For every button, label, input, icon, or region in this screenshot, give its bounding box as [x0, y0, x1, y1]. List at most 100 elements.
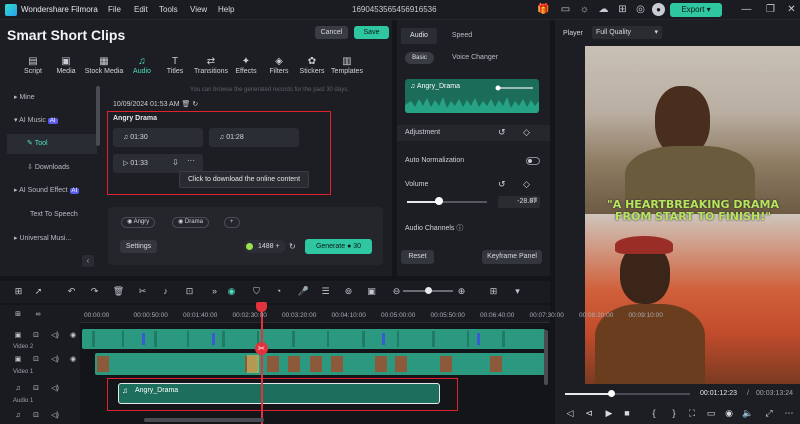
- audio-toggle-icon[interactable]: ◁): [50, 384, 60, 394]
- redo-icon[interactable]: ↷: [88, 285, 101, 298]
- sidebar-item-downloads[interactable]: ⇩ Downloads: [7, 158, 97, 178]
- zoom-slider-handle[interactable]: [425, 287, 432, 294]
- tab-audio[interactable]: ♫ Audio: [130, 56, 154, 80]
- cancel-button[interactable]: Cancel: [315, 26, 348, 39]
- tab-templates[interactable]: ▥ Templates: [330, 56, 364, 80]
- prev-frame-icon[interactable]: ◁: [564, 407, 576, 419]
- trash-icon[interactable]: 🗑: [182, 101, 191, 108]
- more-tools-icon[interactable]: »: [208, 285, 221, 298]
- cloud-upload-icon[interactable]: ☁: [597, 3, 610, 16]
- close-icon[interactable]: ✕: [785, 3, 798, 16]
- undo-icon[interactable]: ↶: [65, 285, 78, 298]
- split-scissors-icon[interactable]: ✂: [136, 285, 149, 298]
- more-options-icon[interactable]: ⋯: [783, 407, 795, 419]
- menu-file[interactable]: File: [108, 5, 121, 14]
- menu-edit[interactable]: Edit: [134, 5, 148, 14]
- stop-icon[interactable]: ■: [621, 407, 633, 419]
- lock-icon[interactable]: ⊡: [31, 355, 41, 365]
- tab-stickers[interactable]: ✿ Stickers: [298, 56, 326, 80]
- maximize-icon[interactable]: ❐: [764, 3, 777, 16]
- picture-in-picture-icon[interactable]: ▣: [365, 285, 378, 298]
- add-track-icon[interactable]: ⊞: [13, 310, 23, 320]
- eye-icon[interactable]: ◉: [68, 331, 78, 341]
- sidebar-item-text-to-speech[interactable]: Text To Speech: [7, 205, 97, 225]
- crop-icon[interactable]: ⊡: [183, 285, 196, 298]
- link-icon[interactable]: ∞: [33, 310, 43, 320]
- expand-icon[interactable]: ⤢: [763, 407, 775, 419]
- lightbulb-icon[interactable]: ☼: [578, 3, 591, 16]
- grid-icon[interactable]: ⊞: [616, 3, 629, 16]
- refresh-icon[interactable]: ↻: [289, 242, 296, 251]
- tab-media[interactable]: ▣ Media: [53, 56, 79, 80]
- menu-tools[interactable]: Tools: [159, 5, 178, 14]
- reset-button[interactable]: Reset: [401, 250, 434, 264]
- tab-effects[interactable]: ✦ Effects: [233, 56, 259, 80]
- menu-help[interactable]: Help: [218, 5, 234, 14]
- ai-tool-icon[interactable]: ◉: [225, 285, 238, 298]
- list-icon[interactable]: ☰: [319, 285, 332, 298]
- subtab-voice-changer[interactable]: Voice Changer: [445, 52, 505, 64]
- marker-icon[interactable]: ◔: [272, 285, 285, 298]
- select-arrow-icon[interactable]: ➚: [32, 285, 45, 298]
- display-icon[interactable]: ▭: [705, 407, 717, 419]
- sidebar-item-tool[interactable]: ✎ Tool: [7, 134, 97, 154]
- sidebar-scrollbar[interactable]: [96, 86, 100, 146]
- grid-view-icon[interactable]: ⊞: [487, 285, 500, 298]
- quality-select[interactable]: Full Quality ▾: [592, 26, 662, 39]
- video-1-clip-strip[interactable]: [95, 353, 545, 375]
- mark-out-icon[interactable]: }: [668, 407, 680, 419]
- zoom-out-icon[interactable]: ⊖: [390, 285, 403, 298]
- lock-icon[interactable]: ⊡: [31, 331, 41, 341]
- export-button[interactable]: Export ▾: [670, 3, 722, 17]
- tag-chip-drama[interactable]: ◉ Drama: [172, 217, 209, 228]
- tag-chip-angry[interactable]: ◉ Angry: [121, 217, 156, 228]
- reset-icon[interactable]: ↺: [498, 179, 506, 190]
- dropdown-icon[interactable]: ▾: [511, 285, 524, 298]
- microphone-icon[interactable]: 🎤: [297, 285, 310, 298]
- snapshot-icon[interactable]: ◉: [723, 407, 735, 419]
- playhead-handle[interactable]: [256, 302, 267, 312]
- sidebar-item-ai-music[interactable]: ▾ AI Music AI: [7, 111, 97, 131]
- shield-icon[interactable]: ⛉: [250, 285, 263, 298]
- headset-icon[interactable]: ◎: [634, 3, 647, 16]
- sidebar-item-mine[interactable]: ▸ Mine: [7, 88, 97, 108]
- tab-audio-properties[interactable]: Audio: [401, 28, 437, 44]
- mark-in-icon[interactable]: {: [648, 407, 660, 419]
- minimize-icon[interactable]: —: [740, 3, 753, 16]
- keyframe-diamond-icon[interactable]: ◇: [523, 179, 530, 190]
- sidebar-item-universal-music[interactable]: ▸ Universal Musi...: [7, 229, 97, 249]
- timeline-horizontal-scrollbar[interactable]: [144, 418, 264, 422]
- zoom-in-icon[interactable]: ⊕: [455, 285, 468, 298]
- settings-button[interactable]: Settings: [120, 240, 157, 253]
- volume-icon[interactable]: 🔈: [742, 407, 754, 419]
- info-icon[interactable]: ⓘ: [456, 225, 463, 232]
- audio-toggle-icon[interactable]: ◁): [50, 355, 60, 365]
- eye-icon[interactable]: ◉: [68, 355, 78, 365]
- audio-toggle-icon[interactable]: ◁): [50, 331, 60, 341]
- keyframe-panel-button[interactable]: Keyframe Panel: [482, 250, 542, 264]
- tab-speed[interactable]: Speed: [447, 28, 477, 44]
- subtab-basic[interactable]: Basic: [405, 52, 434, 64]
- tab-stock-media[interactable]: ▦ Stock Media: [83, 56, 125, 80]
- audio-toggle-icon[interactable]: ◁): [50, 411, 60, 421]
- download-icon[interactable]: ⇩: [172, 158, 179, 167]
- music-clip-2[interactable]: ♫ 01:28: [209, 128, 299, 147]
- timeline-vertical-scrollbar[interactable]: [544, 330, 548, 385]
- playhead-line[interactable]: [261, 304, 263, 424]
- menu-view[interactable]: View: [190, 5, 207, 14]
- fullscreen-icon[interactable]: ⛶: [686, 407, 698, 419]
- tab-script[interactable]: ▤ Script: [20, 56, 46, 80]
- tab-titles[interactable]: T Titles: [163, 56, 187, 80]
- plus-icon[interactable]: +: [276, 243, 280, 250]
- delete-icon[interactable]: 🗑: [112, 285, 125, 298]
- tab-filters[interactable]: ◈ Filters: [267, 56, 291, 80]
- reset-icon[interactable]: ↺: [498, 127, 506, 138]
- play-icon[interactable]: ▶: [603, 407, 615, 419]
- collapse-sidebar-button[interactable]: ‹: [82, 255, 94, 267]
- gift-icon[interactable]: 🎁: [537, 3, 550, 16]
- tab-transitions[interactable]: ⇄ Transitions: [192, 56, 230, 80]
- keyframe-diamond-icon[interactable]: ◇: [523, 127, 530, 138]
- device-icon[interactable]: ▭: [559, 3, 572, 16]
- volume-slider-handle[interactable]: [435, 197, 443, 205]
- more-options-icon[interactable]: ···: [187, 156, 195, 165]
